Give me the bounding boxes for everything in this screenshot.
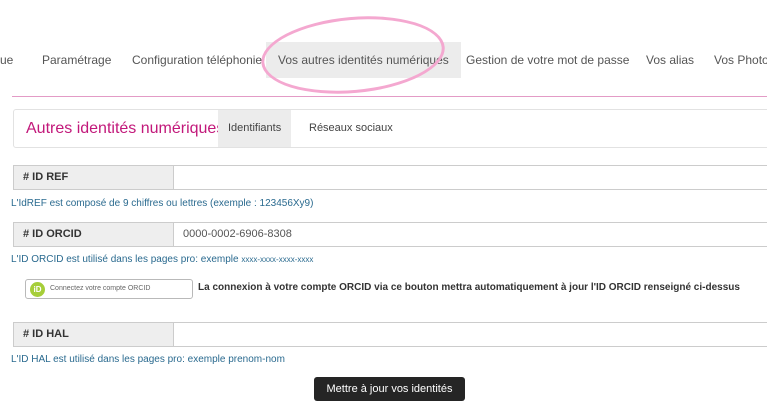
connect-orcid-button[interactable]: iD Connectez votre compte ORCID [25, 279, 193, 299]
idref-help: L'IdREF est composé de 9 chiffres ou let… [11, 198, 314, 209]
nav-item-mot-de-passe[interactable]: Gestion de votre mot de passe [466, 42, 629, 78]
nav-item-parametrage[interactable]: Paramétrage [42, 42, 111, 78]
orcid-logo-icon: iD [30, 282, 45, 297]
orcid-help: L'ID ORCID est utilisé dans les pages pr… [11, 254, 313, 265]
hal-help: L'ID HAL est utilisé dans les pages pro:… [11, 354, 285, 365]
nav-divider [12, 96, 767, 97]
orcid-input[interactable] [175, 223, 767, 246]
nav-item-photos[interactable]: Vos Photos [714, 42, 767, 78]
orcid-label: # ID ORCID [14, 223, 174, 246]
hal-input[interactable] [175, 323, 767, 346]
highlight-annotation [258, 9, 448, 101]
nav-item-truncated[interactable]: ue [0, 42, 13, 78]
nav-item-alias[interactable]: Vos alias [646, 42, 694, 78]
hal-label: # ID HAL [14, 323, 174, 346]
nav-item-configuration-telephonie[interactable]: Configuration téléphonie [132, 42, 262, 78]
hal-input-group: # ID HAL [13, 322, 767, 347]
orcid-input-group: # ID ORCID [13, 222, 767, 247]
update-identities-button[interactable]: Mettre à jour vos identités [314, 377, 465, 401]
idref-input[interactable] [175, 166, 767, 189]
orcid-help-example: xxxx-xxxx-xxxx-xxxx [241, 255, 314, 264]
panel-title: Autres identités numériques [26, 120, 225, 137]
identities-panel-header: Autres identités numériques Identifiants… [13, 109, 767, 148]
idref-input-group: # ID REF [13, 165, 767, 190]
connect-orcid-label: Connectez votre compte ORCID [50, 285, 151, 292]
tab-identifiants[interactable]: Identifiants [218, 110, 292, 147]
idref-label: # ID REF [14, 166, 174, 189]
orcid-help-text: L'ID ORCID est utilisé dans les pages pr… [11, 254, 239, 265]
orcid-connect-note: La connexion à votre compte ORCID via ce… [198, 282, 740, 293]
tab-reseaux-sociaux[interactable]: Réseaux sociaux [309, 110, 393, 147]
